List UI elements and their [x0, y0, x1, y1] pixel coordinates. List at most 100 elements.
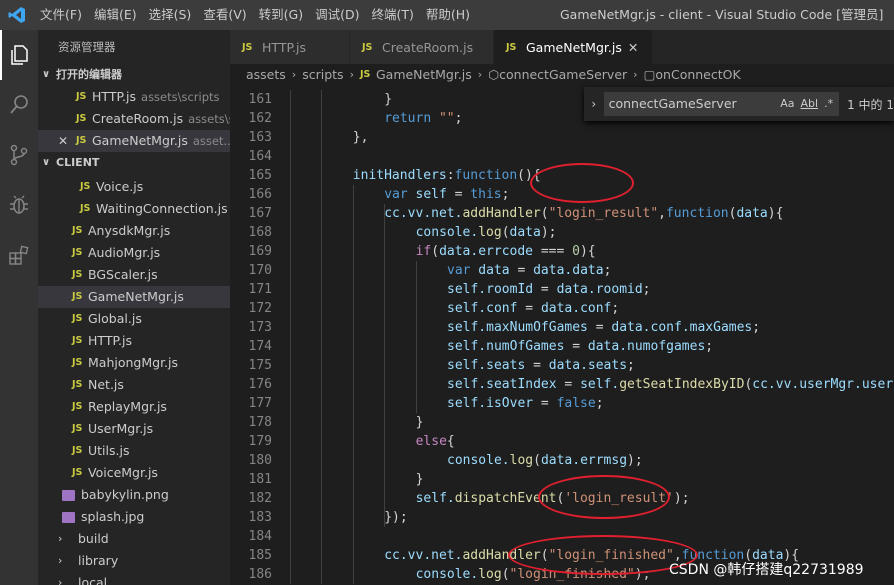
file-tree-item[interactable]: JS AnysdkMgr.js: [38, 220, 230, 242]
code-line: 164: [230, 147, 894, 166]
code-token: {: [446, 434, 455, 449]
file-tree-item[interactable]: JS ReplayMgr.js: [38, 396, 230, 418]
extensions-icon[interactable]: [0, 230, 38, 280]
js-file-icon: JS: [72, 313, 83, 324]
file-tree-item[interactable]: JS HTTP.js: [38, 330, 230, 352]
match-word-toggle[interactable]: Abl: [801, 92, 819, 116]
code-view[interactable]: 161} 162 return ""; 163}, 164 165 initHandlers…: [230, 90, 894, 585]
code-token: function: [665, 206, 729, 221]
menu-item[interactable]: 帮助(H): [420, 0, 476, 30]
code-token: console.: [447, 453, 510, 468]
code-token: data.data: [533, 263, 604, 278]
close-icon[interactable]: ✕: [58, 130, 72, 152]
open-editor-item[interactable]: JS HTTP.js assets\scripts: [38, 86, 230, 108]
tab-gamenetmgr-js[interactable]: JS GameNetMgr.js ✕: [494, 30, 654, 64]
file-tree-item[interactable]: JS Net.js: [38, 374, 230, 396]
method-icon: ⬡: [488, 67, 500, 82]
code-line: 169 if(data.errcode === 0){: [230, 242, 894, 261]
breadcrumb-item[interactable]: onConnectOK: [655, 64, 740, 86]
line-number: 185: [248, 548, 272, 563]
code-line: 167 cc.vv.net.addHandler("login_result",f…: [230, 204, 894, 223]
menu-item[interactable]: 调试(D): [309, 0, 365, 30]
file-tree-item[interactable]: JS Global.js: [38, 308, 230, 330]
code-text: console.log(data.errmsg);: [447, 451, 643, 470]
folder-name: build: [78, 531, 109, 546]
code-token: ;: [752, 320, 761, 335]
menu-item[interactable]: 文件(F): [34, 0, 88, 30]
code-token: self.roomId: [447, 282, 534, 297]
code-token: log: [478, 225, 502, 240]
indent-guide: [352, 185, 354, 584]
file-tree-item[interactable]: JS Voice.js: [38, 176, 230, 198]
file-name: HTTP.js: [92, 89, 137, 104]
explorer-icon[interactable]: [0, 30, 38, 80]
file-name: Global.js: [88, 311, 142, 326]
code-token: data.seats: [548, 358, 628, 373]
find-options: Aa Abl .*: [780, 92, 833, 116]
folder-item[interactable]: › build: [38, 528, 230, 550]
js-file-icon: JS: [76, 91, 87, 102]
menu-item[interactable]: 查看(V): [197, 0, 252, 30]
tab-http-js[interactable]: JS HTTP.js: [230, 30, 350, 64]
chevron-right-icon: ›: [633, 68, 638, 81]
line-number: 164: [248, 149, 272, 164]
menu-item[interactable]: 终端(T): [365, 0, 419, 30]
watermark: CSDN @韩仔搭建q22731989: [669, 562, 864, 578]
match-case-toggle[interactable]: Aa: [780, 92, 794, 116]
code-text: }: [416, 413, 424, 432]
file-tree-item[interactable]: JS BGScaler.js: [38, 264, 230, 286]
line-number: 171: [248, 282, 272, 297]
folder-item[interactable]: › library: [38, 550, 230, 572]
file-tree-item[interactable]: JS VoiceMgr.js: [38, 462, 230, 484]
code-token: var: [447, 263, 471, 278]
code-token: =: [517, 263, 534, 278]
debug-icon[interactable]: [0, 180, 38, 230]
tab-createroom-js[interactable]: JS CreateRoom.js: [350, 30, 494, 64]
code-token: );: [673, 491, 690, 506]
breadcrumb-item[interactable]: GameNetMgr.js: [376, 64, 472, 86]
js-file-icon: JS: [72, 291, 83, 302]
regex-toggle[interactable]: .*: [824, 92, 833, 116]
menu-item[interactable]: 编辑(E): [88, 0, 143, 30]
code-token: data.conf.maxGames: [611, 320, 753, 335]
breadcrumb-item[interactable]: connectGameServer: [499, 64, 627, 86]
code-token: =: [556, 377, 581, 392]
folder-item[interactable]: › local: [38, 572, 230, 585]
breadcrumb-item[interactable]: assets: [246, 64, 286, 86]
code-token: self.numOfGames: [447, 339, 565, 354]
find-input[interactable]: connectGameServer Aa Abl .*: [603, 92, 840, 116]
code-token: );: [627, 453, 643, 468]
close-icon[interactable]: ✕: [628, 40, 638, 55]
line-number: 169: [248, 244, 272, 259]
search-icon[interactable]: [0, 80, 38, 130]
code-text: return "";: [384, 109, 462, 128]
open-editor-item[interactable]: JS CreateRoom.js assets\scri...: [38, 108, 230, 130]
code-text: console.log(data);: [416, 223, 557, 242]
file-name: AudioMgr.js: [88, 245, 161, 260]
file-tree-item[interactable]: JS GameNetMgr.js: [38, 286, 230, 308]
file-name: GameNetMgr.js: [92, 133, 188, 148]
chevron-right-icon[interactable]: ›: [584, 97, 604, 111]
breadcrumb-item[interactable]: scripts: [302, 64, 343, 86]
file-tree-item[interactable]: JS AudioMgr.js: [38, 242, 230, 264]
line-number: 181: [248, 472, 272, 487]
file-tree-item[interactable]: JS Utils.js: [38, 440, 230, 462]
line-number: 179: [248, 434, 272, 449]
file-tree-item[interactable]: JS WaitingConnection.js: [38, 198, 230, 220]
client-folder-header[interactable]: ∨ CLIENT: [38, 152, 230, 174]
file-tree-item[interactable]: babykylin.png: [38, 484, 230, 506]
code-token: data: [470, 263, 518, 278]
file-tree-item[interactable]: JS UserMgr.js: [38, 418, 230, 440]
open-editors-header[interactable]: ∨ 打开的编辑器: [38, 64, 230, 86]
code-text: self.numOfGames = data.numofgames;: [447, 337, 713, 356]
menu-item[interactable]: 选择(S): [143, 0, 198, 30]
line-number: 165: [248, 168, 272, 183]
menu-item[interactable]: 转到(G): [253, 0, 309, 30]
source-control-icon[interactable]: [0, 130, 38, 180]
open-editor-item[interactable]: ✕ JS GameNetMgr.js asset...: [38, 130, 230, 152]
code-token: console.: [415, 567, 479, 582]
file-tree-item[interactable]: JS MahjongMgr.js: [38, 352, 230, 374]
code-token: self.: [580, 377, 620, 392]
line-number: 178: [248, 415, 272, 430]
file-tree-item[interactable]: splash.jpg: [38, 506, 230, 528]
